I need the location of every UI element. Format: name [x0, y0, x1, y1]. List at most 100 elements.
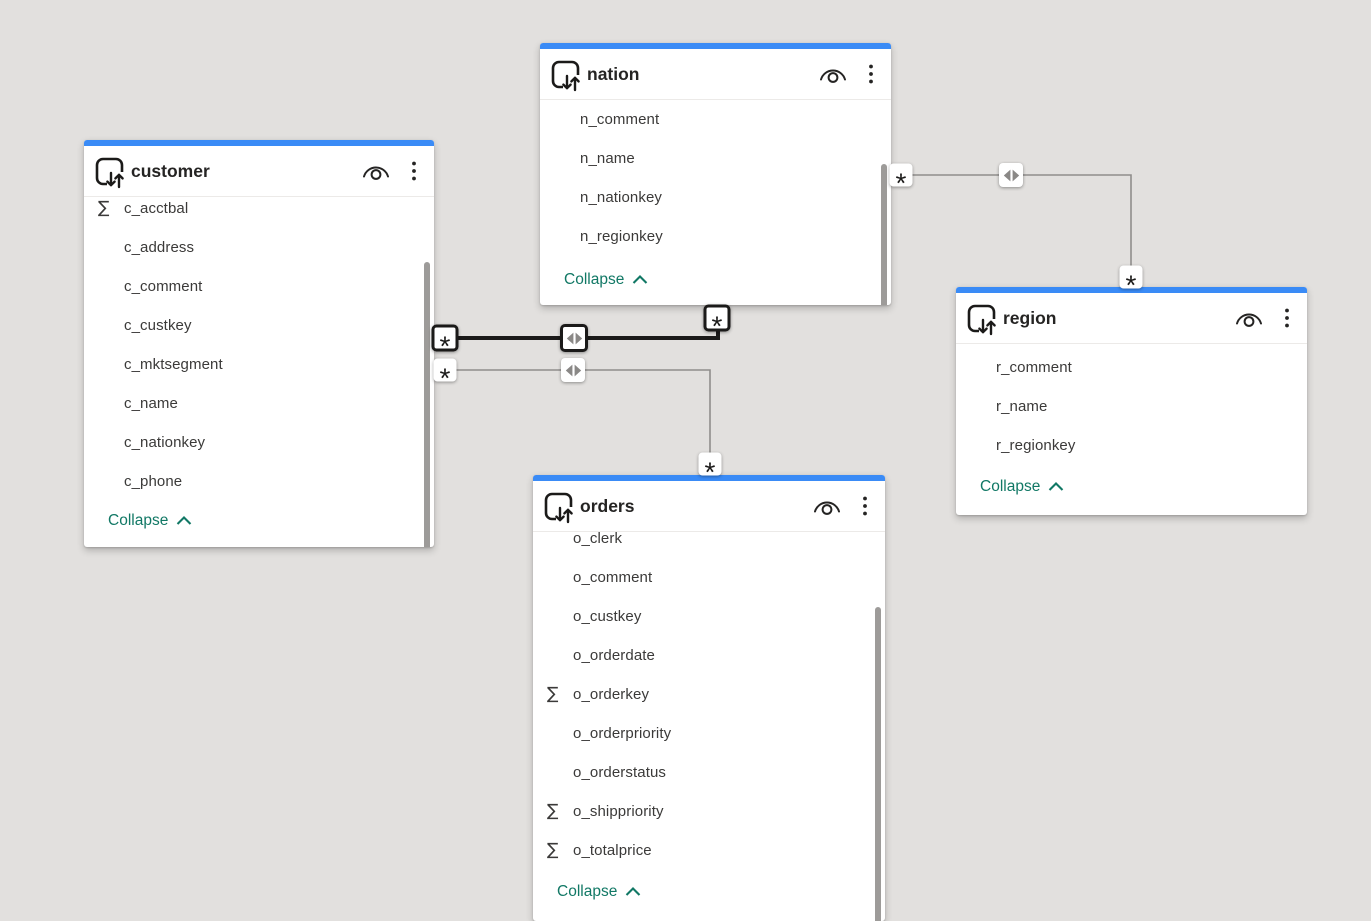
sigma-icon: ∑: [547, 842, 573, 859]
field-row-c_comment[interactable]: c_comment: [84, 267, 434, 306]
bidirectional-filter-icon[interactable]: [561, 358, 585, 382]
field-label: o_orderstatus: [573, 764, 666, 781]
table-icon: [94, 156, 128, 190]
field-row-o_clerk[interactable]: o_clerk: [533, 532, 885, 558]
many-cardinality-badge-customer[interactable]: *: [432, 325, 459, 352]
many-cardinality-badge-orders[interactable]: *: [699, 453, 722, 476]
field-row-n_regionkey[interactable]: n_regionkey: [540, 217, 891, 256]
field-label: o_orderdate: [573, 647, 655, 664]
field-row-n_comment[interactable]: n_comment: [540, 100, 891, 139]
table-card-region[interactable]: region r_comment r_name r_regionkey Collap…: [956, 287, 1307, 515]
more-options-icon[interactable]: [859, 493, 871, 519]
collapse-button[interactable]: Collapse: [540, 265, 891, 295]
collapse-label: Collapse: [108, 512, 168, 530]
field-row-o_orderdate[interactable]: o_orderdate: [533, 636, 885, 675]
many-cardinality-badge-region[interactable]: *: [1120, 266, 1143, 289]
more-options-icon[interactable]: [1281, 305, 1293, 331]
field-row-r_regionkey[interactable]: r_regionkey: [956, 426, 1307, 465]
fields-viewport: n_comment n_name n_nationkey n_regionkey Co…: [540, 100, 891, 305]
field-label: n_nationkey: [580, 189, 662, 206]
field-row-o_orderkey[interactable]: ∑o_orderkey: [533, 675, 885, 714]
table-card-nation[interactable]: nation n_comment n_name n_nationkey n_regio…: [540, 43, 891, 305]
collapse-chevron-icon: [625, 887, 641, 897]
scrollbar[interactable]: [881, 164, 887, 305]
table-title: nation: [587, 64, 818, 85]
table-header-orders[interactable]: orders: [533, 481, 885, 532]
field-label: o_clerk: [573, 532, 622, 547]
fields-viewport: r_comment r_name r_regionkey Collapse: [956, 344, 1307, 515]
field-label: o_custkey: [573, 608, 641, 625]
scrollbar[interactable]: [424, 262, 430, 547]
table-icon: [550, 59, 584, 93]
sigma-icon: ∑: [547, 686, 573, 703]
more-options-icon[interactable]: [408, 158, 420, 184]
collapse-label: Collapse: [564, 271, 624, 289]
field-row-o_totalprice[interactable]: ∑o_totalprice: [533, 831, 885, 870]
table-title: customer: [131, 161, 361, 182]
field-label: c_custkey: [124, 317, 192, 334]
field-row-r_comment[interactable]: r_comment: [956, 348, 1307, 387]
fields-list: r_comment r_name r_regionkey: [956, 348, 1307, 465]
many-cardinality-badge-nation[interactable]: *: [704, 305, 731, 332]
collapse-button[interactable]: Collapse: [84, 506, 434, 536]
field-row-c_mktsegment[interactable]: c_mktsegment: [84, 345, 434, 384]
table-card-orders[interactable]: orders o_clerk o_comment o_custkey o_orderd…: [533, 475, 885, 921]
field-row-r_name[interactable]: r_name: [956, 387, 1307, 426]
field-row-n_name[interactable]: n_name: [540, 139, 891, 178]
bidirectional-filter-icon[interactable]: [999, 163, 1023, 187]
field-row-c_phone[interactable]: c_phone: [84, 462, 434, 501]
eye-icon[interactable]: [361, 162, 391, 180]
field-row-c_name[interactable]: c_name: [84, 384, 434, 423]
collapse-label: Collapse: [980, 478, 1040, 496]
scrollbar[interactable]: [875, 607, 881, 921]
field-label: c_mktsegment: [124, 356, 223, 373]
both-directions-arrows-icon: [565, 362, 582, 379]
eye-icon[interactable]: [818, 65, 848, 83]
relationship-line-nation-region[interactable]: [891, 175, 1131, 285]
field-row-c_nationkey[interactable]: c_nationkey: [84, 423, 434, 462]
eye-icon[interactable]: [1234, 309, 1264, 327]
cardinality-asterisk: *: [705, 458, 716, 486]
more-options-icon[interactable]: [865, 61, 877, 87]
table-header-customer[interactable]: customer: [84, 146, 434, 197]
field-row-o_comment[interactable]: o_comment: [533, 558, 885, 597]
field-row-o_custkey[interactable]: o_custkey: [533, 597, 885, 636]
field-label: c_address: [124, 239, 194, 256]
collapse-button[interactable]: Collapse: [533, 877, 885, 907]
field-row-c_address[interactable]: c_address: [84, 228, 434, 267]
field-row-o_orderstatus[interactable]: o_orderstatus: [533, 753, 885, 792]
field-label: o_orderpriority: [573, 725, 671, 742]
table-icon: [966, 303, 1000, 337]
table-card-customer[interactable]: customer ∑c_acctbal c_address c_comment c_c…: [84, 140, 434, 547]
table-header-nation[interactable]: nation: [540, 49, 891, 100]
field-label: r_regionkey: [996, 437, 1075, 454]
table-title: orders: [580, 496, 812, 517]
field-row-c_acctbal[interactable]: ∑c_acctbal: [84, 197, 434, 228]
field-label: c_nationkey: [124, 434, 205, 451]
collapse-button[interactable]: Collapse: [956, 472, 1307, 502]
cardinality-asterisk: *: [440, 332, 451, 360]
model-view-canvas: customer ∑c_acctbalc_addressc_commentc_c…: [0, 0, 1371, 921]
many-cardinality-badge-nation-2[interactable]: *: [890, 164, 913, 187]
eye-icon[interactable]: [812, 497, 842, 515]
field-label: r_name: [996, 398, 1047, 415]
field-label: c_acctbal: [124, 200, 188, 217]
sigma-icon: ∑: [98, 200, 124, 217]
field-label: n_regionkey: [580, 228, 663, 245]
field-row-c_custkey[interactable]: c_custkey: [84, 306, 434, 345]
table-icon: [543, 491, 577, 525]
many-cardinality-badge-customer-2[interactable]: *: [434, 359, 457, 382]
field-row-o_orderpriority[interactable]: o_orderpriority: [533, 714, 885, 753]
both-directions-arrows-icon: [1003, 167, 1020, 184]
field-label: c_name: [124, 395, 178, 412]
field-row-o_shippriority[interactable]: ∑o_shippriority: [533, 792, 885, 831]
field-label: n_name: [580, 150, 635, 167]
field-label: o_totalprice: [573, 842, 652, 859]
collapse-label: Collapse: [557, 883, 617, 901]
collapse-chevron-icon: [1048, 482, 1064, 492]
fields-list: n_comment n_name n_nationkey n_regionkey: [540, 100, 891, 256]
relationship-line-customer-orders[interactable]: [434, 370, 710, 473]
table-header-region[interactable]: region: [956, 293, 1307, 344]
bidirectional-filter-icon[interactable]: [560, 324, 588, 352]
field-row-n_nationkey[interactable]: n_nationkey: [540, 178, 891, 217]
